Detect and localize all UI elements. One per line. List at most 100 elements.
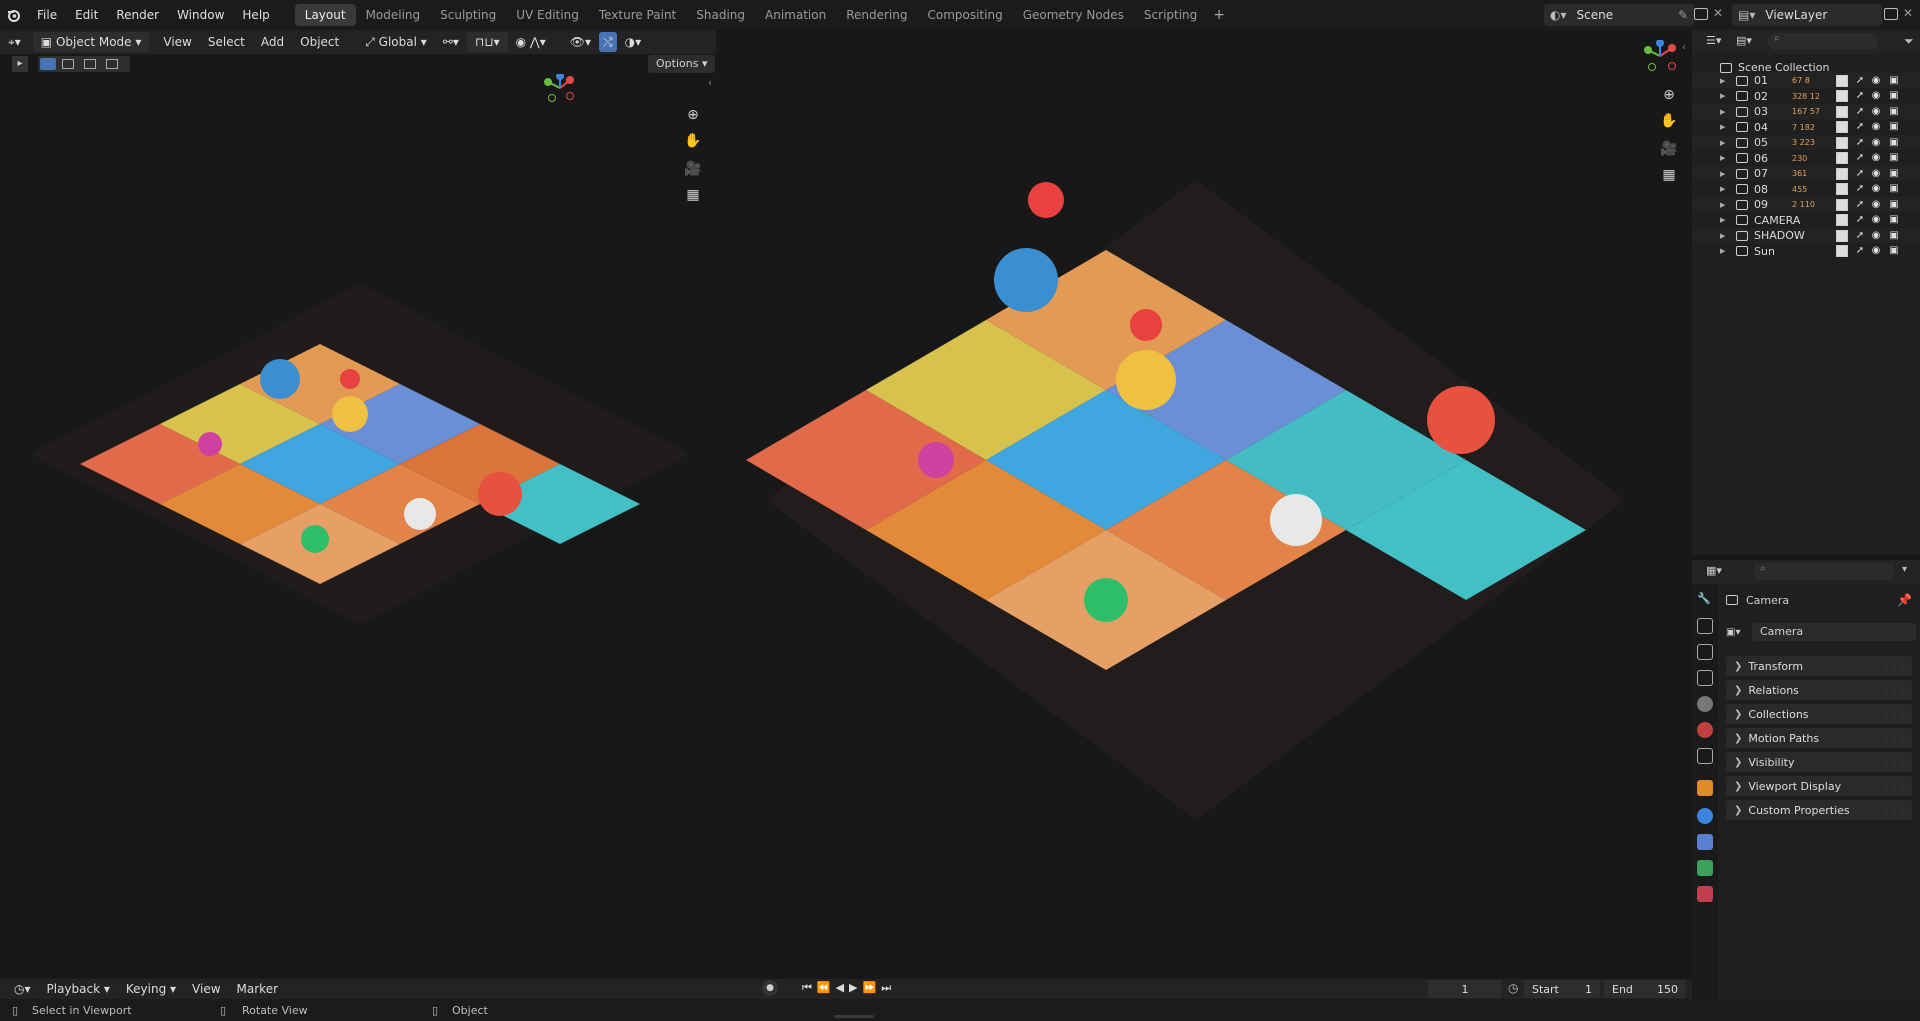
visibility-eye-icon[interactable]: ◉ [1870, 121, 1882, 133]
add-workspace-button[interactable]: + [1207, 7, 1231, 23]
pivot-icon[interactable]: ⚯▾ [435, 32, 467, 52]
clock-icon[interactable]: ◷ [1508, 981, 1518, 995]
visibility-eye-icon[interactable]: ◉ [1870, 245, 1882, 257]
snap-icon[interactable]: ⊓⊔▾ [466, 32, 508, 52]
data-name-field[interactable]: Camera [1752, 623, 1916, 641]
viewport-left[interactable]: ⊕ ✋ 🎥 ▦ ‹ [0, 74, 716, 979]
outliner-row-08[interactable]: ▶ 08 455 ➚ ◉ ▣ [1692, 182, 1920, 197]
visibility-eye-icon[interactable]: ◉ [1870, 230, 1882, 242]
view-layer-tab-icon[interactable] [1697, 670, 1713, 686]
drag-handle-icon[interactable]: ⋮⋮⋮ [1882, 781, 1907, 791]
outliner-row-05[interactable]: ▶ 05 3 223 ➚ ◉ ▣ [1692, 135, 1920, 150]
display-mode-icon[interactable]: ▤▾ [1736, 34, 1752, 47]
exclude-checkbox[interactable] [1836, 152, 1848, 164]
selectable-icon[interactable]: ➚ [1854, 137, 1866, 149]
mode-subtract-icon[interactable] [84, 59, 96, 69]
drag-handle-icon[interactable]: ⋮⋮⋮ [1882, 805, 1907, 815]
panel-motion-paths[interactable]: ❯ Motion Paths ⋮⋮⋮ [1726, 728, 1912, 748]
outliner-row-07[interactable]: ▶ 07 361 ➚ ◉ ▣ [1692, 166, 1920, 181]
tool-tab-icon[interactable]: 🔧 [1697, 592, 1713, 608]
mode-dropdown[interactable]: ▣ Object Mode ▾ [32, 32, 150, 52]
timeline-editor-icon[interactable]: ◷▾ [6, 979, 39, 999]
exclude-checkbox[interactable] [1836, 74, 1848, 87]
ortho-grid-icon-right[interactable]: ▦ [1656, 162, 1682, 188]
tab-geometry-nodes[interactable]: Geometry Nodes [1013, 4, 1134, 26]
new-scene-icon[interactable] [1694, 8, 1708, 23]
visibility-eye-icon[interactable]: ◉ [1870, 75, 1882, 87]
expand-arrow-icon[interactable]: ▶ [1720, 154, 1725, 162]
exclude-checkbox[interactable] [1836, 183, 1848, 195]
selectable-icon[interactable]: ➚ [1854, 90, 1866, 102]
outliner-row-03[interactable]: ▶ 03 167 57 ➚ ◉ ▣ [1692, 104, 1920, 119]
render-camera-icon[interactable]: ▣ [1888, 137, 1900, 149]
exclude-checkbox[interactable] [1836, 198, 1848, 211]
object-menu[interactable]: Object [292, 32, 347, 52]
proportional-edit-icon[interactable]: ◉ ⋀▾ [508, 32, 554, 52]
playback-menu[interactable]: Playback ▾ [39, 979, 118, 999]
visibility-eye-icon[interactable]: ◉ [1870, 199, 1882, 211]
new-viewlayer-icon[interactable] [1884, 8, 1898, 23]
data-tab-icon[interactable] [1697, 860, 1713, 876]
mode-set-icon[interactable] [40, 58, 56, 70]
navigation-gizmo[interactable] [540, 74, 580, 104]
tab-texture-paint[interactable]: Texture Paint [589, 4, 686, 26]
properties-editor-icon[interactable]: ▦▾ [1706, 564, 1722, 577]
drag-handle-icon[interactable]: ⋮⋮⋮ [1882, 685, 1907, 695]
navigation-gizmo-right[interactable] [1640, 40, 1680, 74]
pan-hand-icon-right[interactable]: ✋ [1656, 108, 1682, 134]
outliner-row-sun[interactable]: ▶ Sun ➚ ◉ ▣ [1692, 244, 1920, 259]
select-mode-buttons[interactable] [38, 56, 130, 72]
render-camera-icon[interactable]: ▣ [1888, 152, 1900, 164]
render-camera-icon[interactable]: ▣ [1888, 214, 1900, 226]
selectable-icon[interactable]: ➚ [1854, 183, 1866, 195]
tab-compositing[interactable]: Compositing [917, 4, 1012, 26]
panel-collections[interactable]: ❯ Collections ⋮⋮⋮ [1726, 704, 1912, 724]
tab-modeling[interactable]: Modeling [356, 4, 431, 26]
render-camera-icon[interactable]: ▣ [1888, 106, 1900, 118]
selectable-icon[interactable]: ➚ [1854, 152, 1866, 164]
visibility-eye-icon[interactable]: ◉ [1870, 137, 1882, 149]
visibility-eye-icon[interactable]: ◉ [1870, 106, 1882, 118]
collapse-toolbar-icon[interactable]: ‹ [708, 78, 712, 89]
exclude-checkbox[interactable] [1836, 214, 1848, 226]
drag-handle-icon[interactable]: ⋮⋮⋮ [1882, 661, 1907, 671]
expand-arrow-icon[interactable]: ▶ [1720, 92, 1725, 100]
playback-controls[interactable]: ⏮⏪◀▶⏩⏭ [802, 981, 896, 995]
options-dropdown[interactable]: Options ▾ [648, 55, 716, 73]
visibility-eye-icon[interactable]: ◉ [1870, 183, 1882, 195]
expand-arrow-icon[interactable]: ▶ [1720, 139, 1725, 147]
tab-sculpting[interactable]: Sculpting [430, 4, 506, 26]
viewport-right[interactable]: ⊕ ✋ 🎥 ▦ ‹ [716, 30, 1692, 979]
camera-view-icon[interactable]: 🎥 [680, 156, 706, 182]
exclude-checkbox[interactable] [1836, 90, 1848, 102]
selectable-icon[interactable]: ➚ [1854, 168, 1866, 180]
select-menu[interactable]: Select [200, 32, 253, 52]
view-menu[interactable]: View [155, 32, 199, 52]
menu-file[interactable]: File [28, 4, 66, 26]
viewlayer-name[interactable]: ViewLayer [1765, 8, 1827, 22]
exclude-checkbox[interactable] [1836, 167, 1848, 180]
expand-arrow-icon[interactable]: ▶ [1720, 232, 1725, 240]
outliner-row-02[interactable]: ▶ 02 328 12 ➚ ◉ ▣ [1692, 89, 1920, 104]
selectable-icon[interactable]: ➚ [1854, 245, 1866, 257]
panel-viewport-display[interactable]: ❯ Viewport Display ⋮⋮⋮ [1726, 776, 1912, 796]
selectable-icon[interactable]: ➚ [1854, 230, 1866, 242]
outliner-row-camera[interactable]: ▶ CAMERA ➚ ◉ ▣ [1692, 213, 1920, 228]
render-camera-icon[interactable]: ▣ [1888, 245, 1900, 257]
record-button[interactable]: ● [762, 980, 778, 996]
render-camera-icon[interactable]: ▣ [1888, 90, 1900, 102]
scene-tab-icon[interactable] [1697, 696, 1713, 712]
panel-transform[interactable]: ❯ Transform ⋮⋮⋮ [1726, 656, 1912, 676]
visibility-eye-icon[interactable]: ◉ [1870, 152, 1882, 164]
mode-invert-icon[interactable] [106, 59, 118, 69]
tab-scripting[interactable]: Scripting [1134, 4, 1207, 26]
render-camera-icon[interactable]: ▣ [1888, 168, 1900, 180]
expand-arrow-icon[interactable]: ▶ [1720, 185, 1725, 193]
physics-tab-icon[interactable] [1697, 808, 1713, 824]
selectable-icon[interactable]: ➚ [1854, 106, 1866, 118]
marker-menu[interactable]: Marker [229, 979, 286, 999]
render-camera-icon[interactable]: ▣ [1888, 121, 1900, 133]
drag-handle-icon[interactable]: ⋮⋮⋮ [1882, 709, 1907, 719]
panel-relations[interactable]: ❯ Relations ⋮⋮⋮ [1726, 680, 1912, 700]
keying-menu[interactable]: Keying ▾ [118, 979, 184, 999]
